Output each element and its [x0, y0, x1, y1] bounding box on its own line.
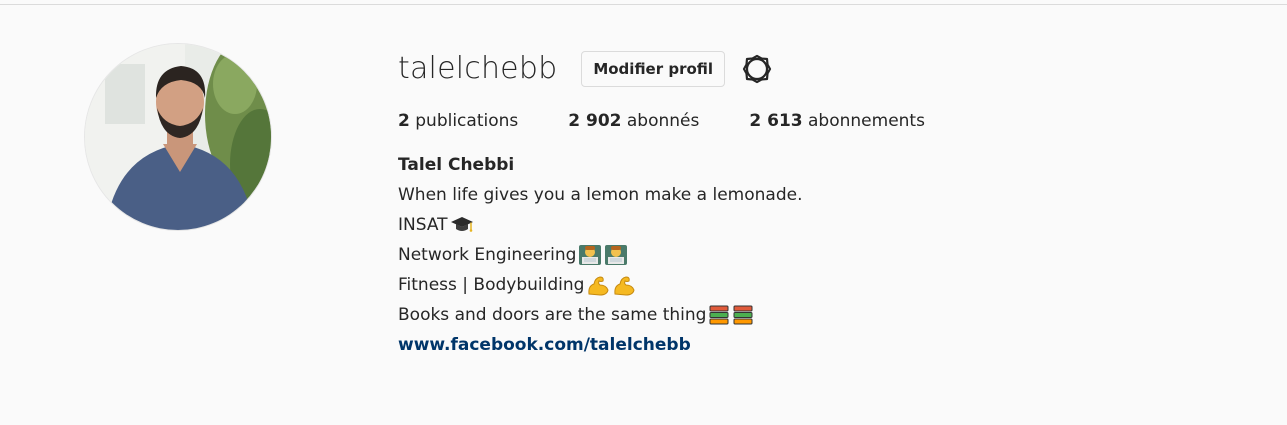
bio-line: Books and doors are the same thing — [398, 300, 1258, 330]
full-name: Talel Chebbi — [398, 155, 515, 175]
graduation-cap-icon — [450, 215, 476, 235]
following-link[interactable]: 2 613 abonnements — [749, 111, 925, 131]
profile-info: talelchebb Modifier profil 2 publication… — [398, 46, 1258, 360]
flexed-biceps-icon — [586, 274, 638, 296]
bio-line-text: Fitness | Bodybuilding — [398, 275, 585, 295]
top-divider — [0, 4, 1287, 5]
bio-line: Fitness | Bodybuilding — [398, 270, 1258, 300]
profile-stats: 2 publications 2 902 abonnés 2 613 abonn… — [398, 109, 1258, 133]
books-icon — [708, 304, 756, 326]
bio-line-text: Books and doors are the same thing — [398, 305, 707, 325]
following-count-value: 2 613 — [749, 111, 803, 131]
avatar[interactable] — [84, 43, 272, 231]
external-link[interactable]: www.facebook.com/talelchebb — [398, 330, 691, 360]
bio-line: Network Engineering — [398, 240, 1258, 270]
username: talelchebb — [398, 51, 558, 86]
posts-count-label: publications — [415, 111, 519, 131]
bio: Talel Chebbi When life gives you a lemon… — [398, 150, 1258, 360]
technologist-icon — [578, 244, 630, 266]
posts-count-value: 2 — [398, 111, 410, 131]
profile-header: talelchebb Modifier profil — [398, 46, 1258, 92]
edit-profile-button[interactable]: Modifier profil — [581, 51, 726, 87]
bio-line-text: When life gives you a lemon make a lemon… — [398, 185, 803, 205]
bio-link-line: www.facebook.com/talelchebb — [398, 330, 1258, 360]
posts-count: 2 publications — [398, 111, 518, 131]
gear-icon[interactable] — [741, 53, 773, 85]
bio-line: INSAT — [398, 210, 1258, 240]
followers-count-value: 2 902 — [568, 111, 622, 131]
followers-count-label: abonnés — [626, 111, 700, 131]
bio-line: When life gives you a lemon make a lemon… — [398, 180, 1258, 210]
bio-line-text: INSAT — [398, 215, 448, 235]
bio-line-text: Network Engineering — [398, 245, 577, 265]
followers-link[interactable]: 2 902 abonnés — [568, 111, 699, 131]
following-count-label: abonnements — [808, 111, 925, 131]
